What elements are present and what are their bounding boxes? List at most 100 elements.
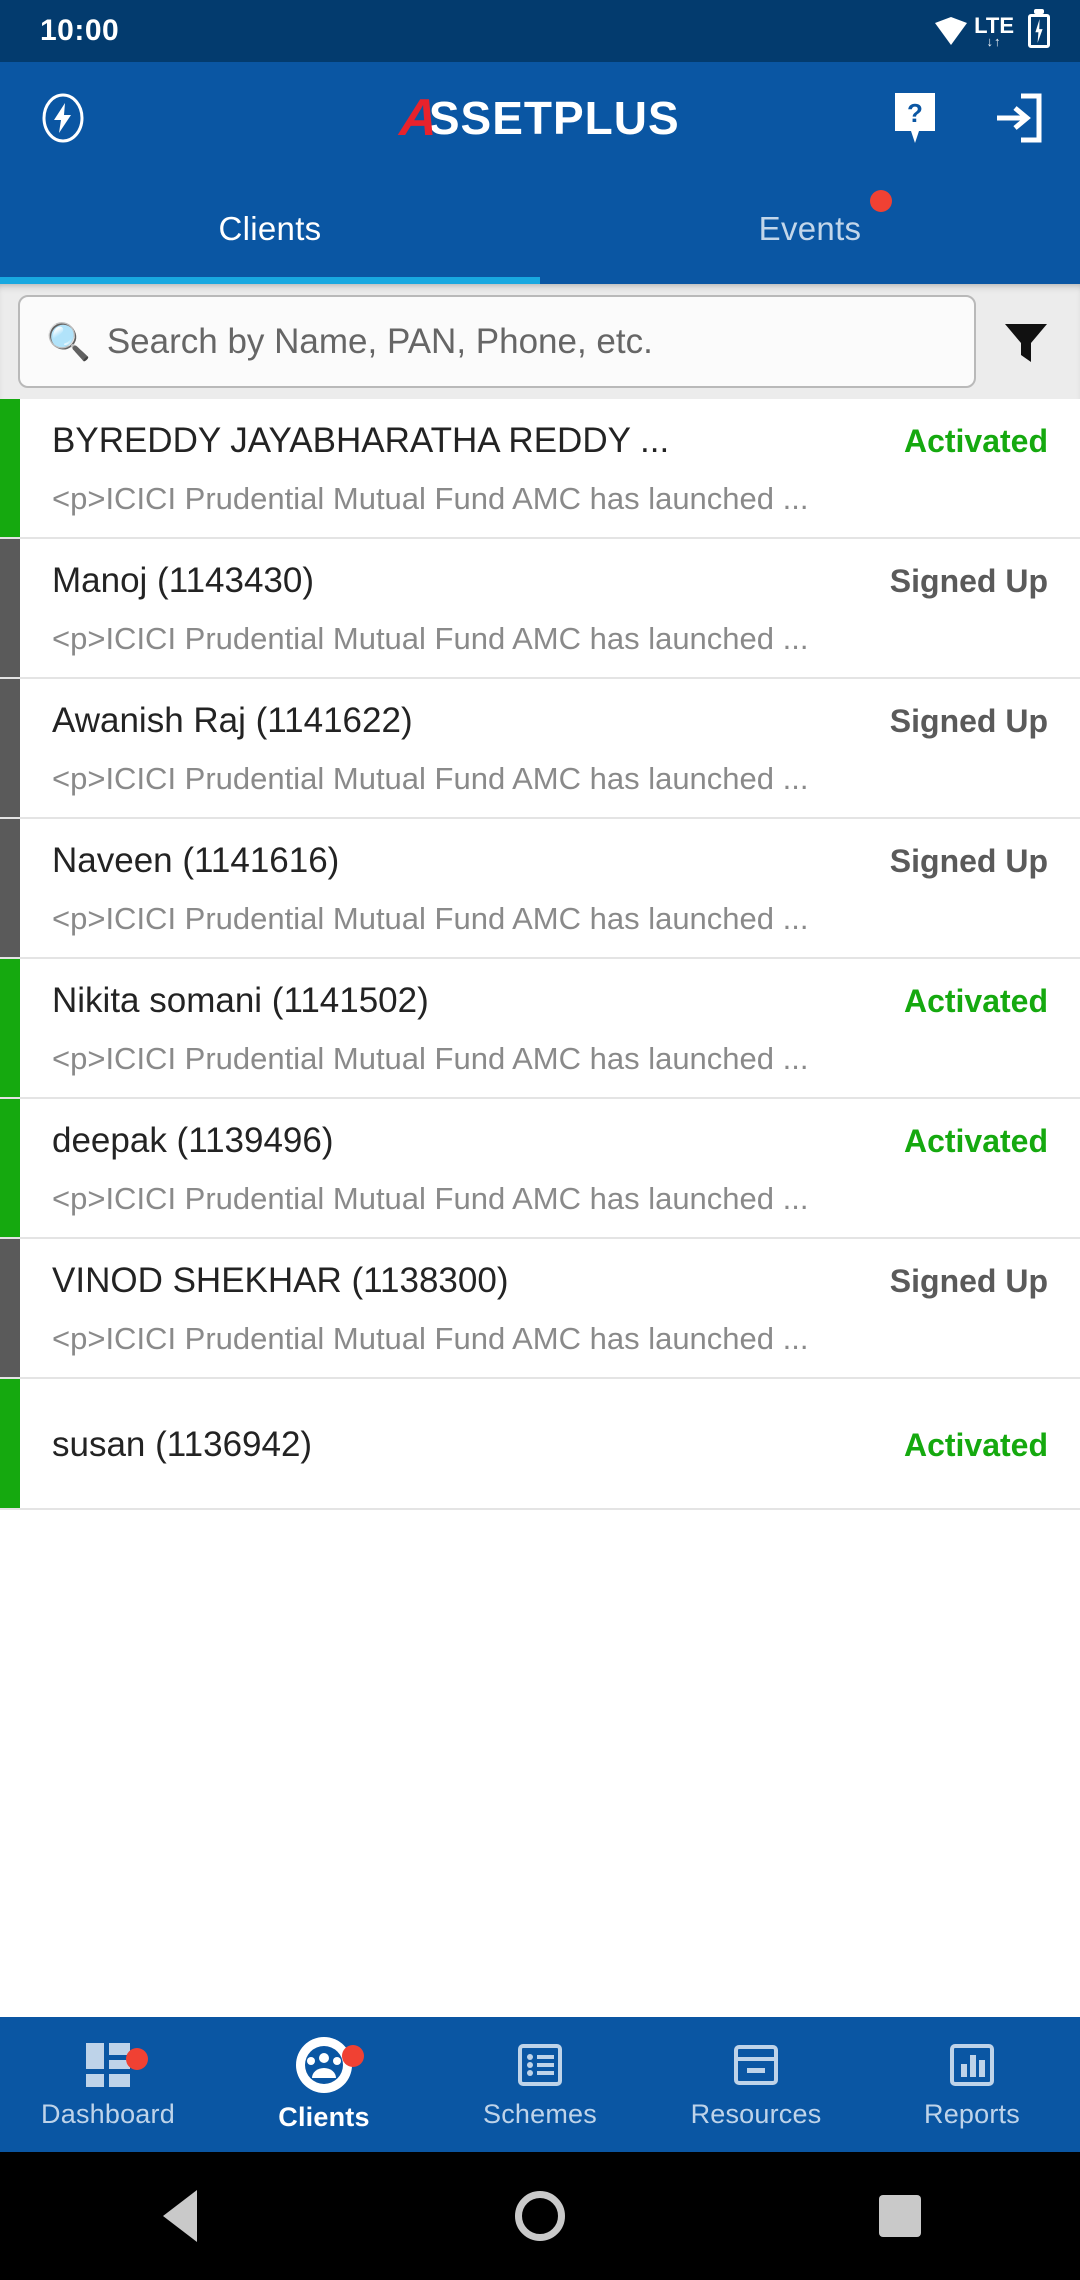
client-row[interactable]: deepak (1139496) Activated <p>ICICI Pruden… <box>0 1099 1080 1239</box>
nav-item-reports[interactable]: Reports <box>864 2040 1080 2130</box>
client-row-header: Nikita somani (1141502) Activated <box>52 981 1048 1021</box>
client-name: Manoj (1143430) <box>52 561 315 600</box>
client-status-bar <box>0 1099 20 1237</box>
client-row-header: susan (1136942) Activated <box>52 1425 1048 1465</box>
data-arrows-icon: ↓↑ <box>986 33 1002 49</box>
client-row-header: Naveen (1141616) Signed Up <box>52 841 1048 881</box>
client-name: BYREDDY JAYABHARATHA REDDY ... <box>52 421 670 460</box>
client-row-header: deepak (1139496) Activated <box>52 1121 1048 1161</box>
status-badge: Signed Up <box>889 703 1048 739</box>
tab-events[interactable]: Events <box>540 174 1080 284</box>
client-status-bar <box>0 679 20 817</box>
status-badge: Activated <box>903 423 1048 459</box>
svg-text:?: ? <box>907 98 923 128</box>
android-system-nav <box>0 2152 1080 2280</box>
client-status-bar <box>0 819 20 957</box>
phone-screen: 10:00 LTE ↓↑ A SSETPLUS ? Clients Events… <box>0 0 1080 2280</box>
status-badge: Activated <box>903 1426 1048 1463</box>
app-bar: A SSETPLUS ? <box>0 62 1080 174</box>
funnel-filter-icon[interactable] <box>994 310 1058 374</box>
client-row-body: Manoj (1143430) Signed Up <p>ICICI Prudent… <box>20 539 1080 677</box>
client-row-header: Awanish Raj (1141622) Signed Up <box>52 701 1048 741</box>
magnifier-icon: 🔍 <box>46 320 91 362</box>
client-status-bar <box>0 959 20 1097</box>
client-name: Awanish Raj (1141622) <box>52 701 413 740</box>
nav-item-resources[interactable]: Resources <box>648 2040 864 2130</box>
brand-mark: A <box>398 89 437 147</box>
client-row[interactable]: Awanish Raj (1141622) Signed Up <p>ICICI P… <box>0 679 1080 819</box>
wifi-icon <box>934 16 968 46</box>
battery-charging-icon <box>1028 14 1050 48</box>
client-row[interactable]: Manoj (1143430) Signed Up <p>ICICI Prudent… <box>0 539 1080 679</box>
client-row[interactable]: Naveen (1141616) Signed Up <p>ICICI Pruden… <box>0 819 1080 959</box>
tab-clients[interactable]: Clients <box>0 174 540 284</box>
client-row[interactable]: susan (1136942) Activated <box>0 1379 1080 1510</box>
client-note: <p>ICICI Prudential Mutual Fund AMC has … <box>52 621 809 656</box>
client-row-header: BYREDDY JAYABHARATHA REDDY ... Activated <box>52 421 1048 461</box>
search-bar: 🔍 <box>0 284 1080 399</box>
search-input[interactable] <box>106 321 948 362</box>
schemes-list-icon <box>515 2040 565 2090</box>
client-row-body: susan (1136942) Activated <box>20 1379 1080 1508</box>
client-row-header: Manoj (1143430) Signed Up <box>52 561 1048 601</box>
nav-item-label: Reports <box>924 2098 1020 2129</box>
client-status-bar <box>0 539 20 677</box>
client-row-body: BYREDDY JAYABHARATHA REDDY ... Activated <… <box>20 399 1080 537</box>
nav-badge-dot <box>126 2047 148 2070</box>
client-name: Nikita somani (1141502) <box>52 981 429 1020</box>
flash-circle-icon[interactable] <box>34 89 92 147</box>
nav-item-label: Clients <box>278 2101 370 2132</box>
status-time: 10:00 <box>40 14 120 47</box>
status-badge: Activated <box>903 1123 1048 1159</box>
status-bar: 10:00 LTE ↓↑ <box>0 0 1080 62</box>
client-status-bar <box>0 1379 20 1508</box>
nav-item-label: Schemes <box>483 2098 597 2129</box>
client-row-header: VINOD SHEKHAR (1138300) Signed Up <box>52 1261 1048 1301</box>
nav-item-dashboard[interactable]: Dashboard <box>0 2040 216 2130</box>
nav-item-label: Resources <box>690 2098 822 2129</box>
client-note: <p>ICICI Prudential Mutual Fund AMC has … <box>52 901 809 936</box>
resources-archive-icon <box>731 2040 781 2090</box>
brand-text: SSETPLUS <box>428 92 680 144</box>
tab-active-indicator <box>0 277 540 284</box>
recents-square-icon[interactable] <box>862 2178 938 2254</box>
logout-icon[interactable] <box>988 89 1046 147</box>
tab-events-badge-dot <box>870 190 892 212</box>
status-icons: LTE ↓↑ <box>934 14 1050 48</box>
nav-badge-dot <box>342 2044 364 2067</box>
client-row[interactable]: Nikita somani (1141502) Activated <p>ICICI… <box>0 959 1080 1099</box>
nav-item-clients[interactable]: Clients <box>216 2036 432 2133</box>
client-row-body: Awanish Raj (1141622) Signed Up <p>ICICI P… <box>20 679 1080 817</box>
client-row-body: Nikita somani (1141502) Activated <p>ICICI… <box>20 959 1080 1097</box>
client-status-bar <box>0 399 20 537</box>
client-note: <p>ICICI Prudential Mutual Fund AMC has … <box>52 1181 809 1216</box>
clients-people-icon <box>296 2036 352 2093</box>
client-note: <p>ICICI Prudential Mutual Fund AMC has … <box>52 761 809 796</box>
client-note: <p>ICICI Prudential Mutual Fund AMC has … <box>52 1321 809 1356</box>
status-badge: Signed Up <box>889 843 1048 879</box>
search-field-wrapper[interactable]: 🔍 <box>18 295 976 388</box>
dashboard-grid-icon <box>83 2040 133 2090</box>
client-row[interactable]: BYREDDY JAYABHARATHA REDDY ... Activated <… <box>0 399 1080 539</box>
client-row-body: VINOD SHEKHAR (1138300) Signed Up <p>ICICI… <box>20 1239 1080 1377</box>
client-name: Naveen (1141616) <box>52 841 340 880</box>
app-bar-left <box>34 89 92 147</box>
network-type: LTE ↓↑ <box>974 14 1014 49</box>
nav-item-schemes[interactable]: Schemes <box>432 2040 648 2130</box>
client-list[interactable]: BYREDDY JAYABHARATHA REDDY ... Activated <… <box>0 399 1080 2017</box>
status-badge: Activated <box>903 983 1048 1019</box>
client-row-body: deepak (1139496) Activated <p>ICICI Pruden… <box>20 1099 1080 1237</box>
client-name: VINOD SHEKHAR (1138300) <box>52 1261 509 1300</box>
client-name: susan (1136942) <box>52 1424 313 1464</box>
client-note: <p>ICICI Prudential Mutual Fund AMC has … <box>52 481 809 516</box>
status-badge: Signed Up <box>889 563 1048 599</box>
app-bar-right: ? <box>886 89 1046 147</box>
tab-clients-label: Clients <box>218 210 322 247</box>
help-question-icon[interactable]: ? <box>886 89 944 147</box>
client-row[interactable]: VINOD SHEKHAR (1138300) Signed Up <p>ICICI… <box>0 1239 1080 1379</box>
bottom-navigation: Dashboard Clients Schemes Resources Reports <box>0 2017 1080 2152</box>
client-row-body: Naveen (1141616) Signed Up <p>ICICI Pruden… <box>20 819 1080 957</box>
back-triangle-icon[interactable] <box>142 2178 218 2254</box>
home-circle-icon[interactable] <box>502 2178 578 2254</box>
tab-bar: Clients Events <box>0 174 1080 284</box>
